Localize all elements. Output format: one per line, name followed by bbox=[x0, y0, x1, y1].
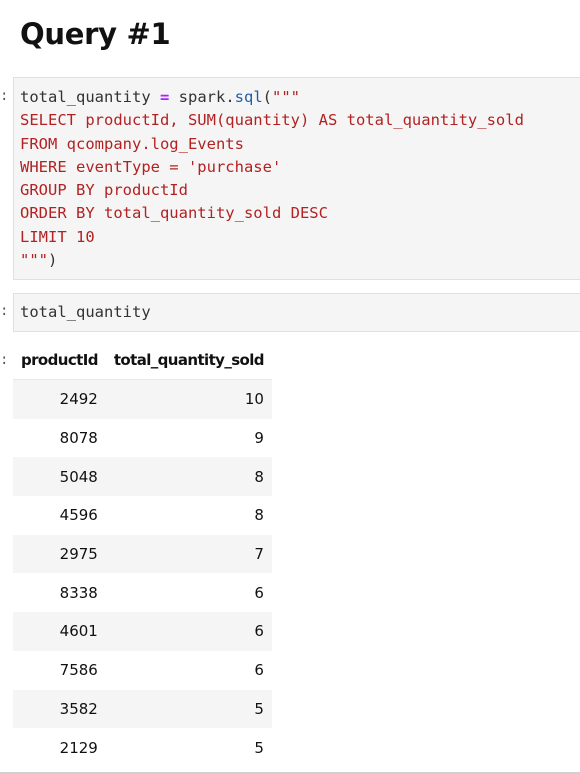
output-dataframe: productId total_quantity_sold 2492 10 8078… bbox=[13, 341, 272, 767]
cell-total-quantity: 10 bbox=[244, 390, 264, 409]
code-editor[interactable]: total_quantity bbox=[14, 294, 580, 324]
code-token: """ bbox=[272, 88, 300, 106]
table-row: 2129 5 bbox=[13, 728, 272, 767]
table-row: 4601 6 bbox=[13, 612, 272, 651]
table-row: 8338 6 bbox=[13, 573, 272, 612]
cell-total-quantity: 9 bbox=[254, 429, 264, 448]
code-token: FROM qcompany.log_Events bbox=[20, 134, 244, 153]
table-row: 7586 6 bbox=[13, 651, 272, 690]
table-row: 2975 7 bbox=[13, 534, 272, 574]
code-token: GROUP BY productId bbox=[20, 181, 188, 200]
code-token: sql bbox=[234, 88, 263, 106]
cell-product-id: 2129 bbox=[59, 738, 98, 757]
code-token: """ bbox=[20, 251, 48, 270]
code-token: spark. bbox=[169, 88, 235, 106]
code-token: total_quantity bbox=[20, 88, 160, 106]
cell-total-quantity: 6 bbox=[254, 622, 264, 641]
column-header: productId bbox=[13, 341, 106, 380]
cell-prompt: : bbox=[0, 303, 9, 319]
cell-product-id: 5048 bbox=[59, 467, 98, 486]
table-header-row: productId total_quantity_sold bbox=[13, 341, 272, 380]
cell-total-quantity: 7 bbox=[254, 545, 264, 564]
cell-product-id: 8078 bbox=[59, 429, 98, 448]
code-token: = bbox=[159, 88, 170, 106]
table-row: 5048 8 bbox=[13, 457, 272, 497]
code-token: ORDER BY total_quantity_sold DESC bbox=[20, 204, 328, 223]
cell-total-quantity: 6 bbox=[254, 661, 264, 680]
code-cell-display[interactable]: total_quantity bbox=[13, 293, 580, 332]
cell-product-id: 3582 bbox=[59, 699, 98, 718]
column-header: total_quantity_sold bbox=[105, 341, 272, 380]
cell-total-quantity: 8 bbox=[254, 467, 264, 486]
code-token: LIMIT 10 bbox=[20, 227, 95, 246]
cell-total-quantity: 5 bbox=[254, 699, 264, 718]
cell-product-id: 8338 bbox=[59, 583, 98, 602]
cell-product-id: 7586 bbox=[59, 661, 98, 680]
table-row: 8078 9 bbox=[13, 419, 272, 458]
cell-total-quantity: 5 bbox=[254, 738, 264, 757]
cell-product-id: 4596 bbox=[59, 506, 98, 525]
code-cell-query[interactable]: total_quantity = spark.sql(""" SELECT pr… bbox=[13, 77, 580, 280]
cell-prompt: : bbox=[0, 88, 9, 104]
cell-product-id: 4601 bbox=[59, 622, 98, 641]
table-row: 4596 8 bbox=[13, 496, 272, 535]
code-token: ) bbox=[48, 251, 58, 270]
code-token: SELECT productId, SUM(quantity) AS total… bbox=[20, 111, 524, 130]
cell-total-quantity: 6 bbox=[254, 583, 264, 602]
cell-product-id: 2492 bbox=[59, 390, 98, 409]
table-row: 3582 5 bbox=[13, 689, 272, 729]
code-token: WHERE eventType = 'purchase' bbox=[20, 157, 282, 176]
output-prompt: : bbox=[0, 352, 9, 368]
table-row: 2492 10 bbox=[13, 379, 272, 419]
cell-total-quantity: 8 bbox=[254, 506, 264, 525]
code-editor[interactable]: total_quantity = spark.sql(""" SELECT pr… bbox=[14, 78, 580, 272]
code-token: ( bbox=[262, 88, 272, 106]
code-token: total_quantity bbox=[20, 303, 151, 321]
cell-product-id: 2975 bbox=[59, 545, 98, 564]
page-title: Query #1 bbox=[20, 17, 171, 51]
